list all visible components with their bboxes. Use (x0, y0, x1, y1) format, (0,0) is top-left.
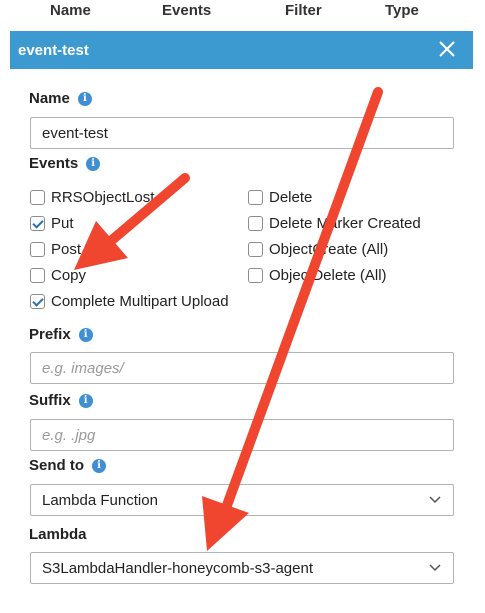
table-header-row: Name Events Filter Type (0, 0, 485, 24)
checkbox-complete-multipart-upload[interactable]: Complete Multipart Upload (30, 293, 229, 310)
checkbox-box[interactable] (248, 216, 263, 231)
info-icon[interactable]: i (92, 458, 106, 473)
checkbox-box[interactable] (30, 216, 45, 231)
column-header-type[interactable]: Type (385, 2, 419, 19)
checkbox-label: RRSObjectLost (51, 189, 155, 206)
checkbox-copy[interactable]: Copy (30, 267, 86, 284)
lambda-label: Lambda (29, 526, 87, 543)
panel-title: event-test (18, 41, 89, 59)
info-icon[interactable]: i (78, 327, 93, 342)
info-icon[interactable]: i (86, 156, 101, 171)
name-label-text: Name (29, 90, 70, 107)
send-to-select[interactable]: Lambda Function (30, 484, 454, 516)
send-to-label: Send to i (29, 457, 106, 474)
events-label-text: Events (29, 155, 79, 172)
checkbox-label: Delete (269, 189, 313, 206)
checkbox-box[interactable] (30, 268, 45, 283)
checkbox-post[interactable]: Post (30, 241, 81, 258)
send-to-value: Lambda Function (42, 491, 158, 509)
suffix-input[interactable]: e.g. .jpg (30, 419, 454, 451)
checkbox-label: Delete Marker Created (269, 215, 421, 232)
chevron-down-icon (429, 496, 441, 504)
info-icon[interactable]: i (78, 393, 93, 408)
panel-header: event-test (10, 31, 473, 69)
chevron-down-icon (429, 564, 441, 572)
column-header-filter[interactable]: Filter (285, 2, 322, 19)
name-input[interactable]: event-test (30, 117, 454, 149)
prefix-label: Prefix i (29, 326, 93, 343)
checkbox-box[interactable] (248, 190, 263, 205)
lambda-label-text: Lambda (29, 526, 87, 543)
checkbox-label: Complete Multipart Upload (51, 293, 229, 310)
checkbox-label: ObjectDelete (All) (269, 267, 387, 284)
checkbox-label: ObjectCreate (All) (269, 241, 389, 258)
prefix-input[interactable]: e.g. images/ (30, 352, 454, 384)
lambda-select[interactable]: S3LambdaHandler-honeycomb-s3-agent (30, 552, 454, 584)
checkbox-objectdelete-all[interactable]: ObjectDelete (All) (248, 267, 387, 284)
send-to-label-text: Send to (29, 457, 84, 474)
suffix-label: Suffix i (29, 392, 93, 409)
checkbox-label: Post (51, 241, 82, 258)
checkbox-box[interactable] (30, 242, 45, 257)
events-label: Events i (29, 155, 101, 172)
suffix-label-text: Suffix (29, 392, 71, 409)
name-label: Name i (29, 90, 92, 107)
checkbox-label: Copy (51, 267, 87, 284)
info-icon[interactable]: i (77, 91, 92, 106)
checkbox-box[interactable] (30, 294, 45, 309)
checkbox-box[interactable] (248, 242, 263, 257)
column-header-events[interactable]: Events (162, 2, 211, 19)
checkbox-label: Put (51, 215, 74, 232)
annotation-arrow-lambda (202, 87, 383, 551)
close-icon[interactable] (437, 39, 457, 59)
column-header-name[interactable]: Name (50, 2, 91, 19)
checkbox-delete-marker-created[interactable]: Delete Marker Created (248, 215, 421, 232)
checkbox-put[interactable]: Put (30, 215, 74, 232)
checkbox-box[interactable] (248, 268, 263, 283)
checkbox-delete[interactable]: Delete (248, 189, 312, 206)
prefix-label-text: Prefix (29, 326, 71, 343)
lambda-value: S3LambdaHandler-honeycomb-s3-agent (42, 559, 313, 577)
checkbox-rrsobjectlost[interactable]: RRSObjectLost (30, 189, 154, 206)
checkbox-box[interactable] (30, 190, 45, 205)
checkbox-objectcreate-all[interactable]: ObjectCreate (All) (248, 241, 388, 258)
